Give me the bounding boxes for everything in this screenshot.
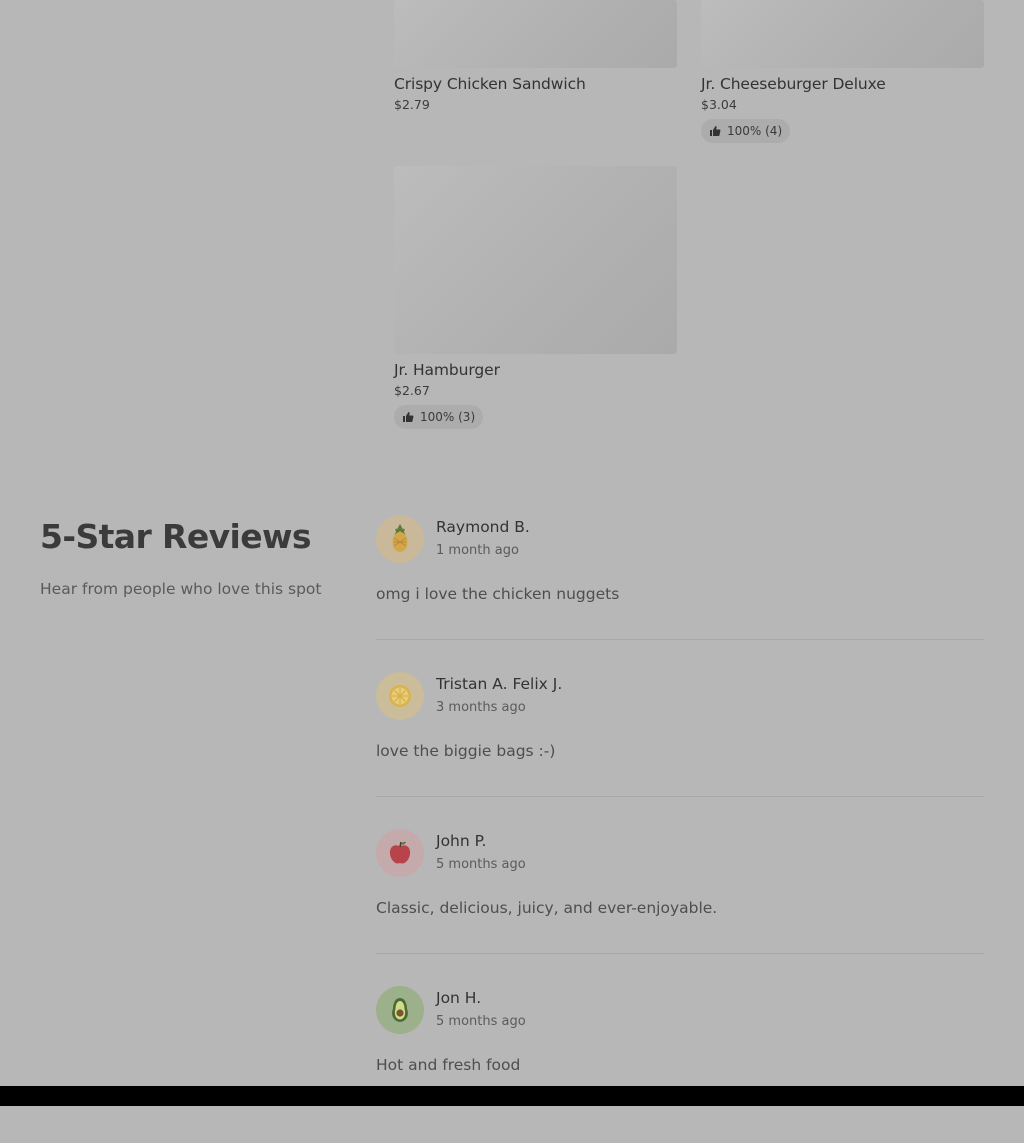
review-item: Raymond B. 1 month ago omg i love the ch… — [376, 515, 984, 672]
product-price: $3.04 — [701, 97, 737, 112]
review-text: Classic, delicious, juicy, and ever-enjo… — [376, 899, 718, 917]
avocado-icon — [392, 998, 408, 1022]
avatar — [376, 672, 424, 720]
apple-icon — [389, 841, 411, 864]
review-item: Jon H. 5 months ago Hot and fresh food — [376, 986, 984, 1143]
product-name: Jr. Cheeseburger Deluxe — [701, 75, 886, 93]
review-time: 3 months ago — [436, 700, 526, 715]
reviewer-name: Raymond B. — [436, 518, 530, 536]
product-image[interactable] — [394, 0, 677, 68]
product-name: Jr. Hamburger — [394, 361, 500, 379]
product-price: $2.67 — [394, 383, 430, 398]
review-text: omg i love the chicken nuggets — [376, 585, 620, 603]
reviews-header: 5-Star Reviews Hear from people who love… — [40, 515, 321, 599]
avatar — [376, 829, 424, 877]
pineapple-icon — [392, 524, 408, 552]
rating-text: 100% (3) — [420, 410, 476, 424]
review-time: 5 months ago — [436, 1014, 526, 1029]
thumbs-up-icon — [710, 126, 721, 136]
rating-text: 100% (4) — [727, 124, 783, 138]
product-name: Crispy Chicken Sandwich — [394, 75, 586, 93]
product-card[interactable]: Crispy Chicken Sandwich $2.79 — [394, 0, 677, 113]
review-time: 5 months ago — [436, 857, 526, 872]
avatar — [376, 986, 424, 1034]
product-image[interactable] — [394, 166, 677, 354]
rating-badge: 100% (4) — [701, 119, 791, 143]
product-image[interactable] — [701, 0, 984, 68]
review-time: 1 month ago — [436, 543, 519, 558]
product-card[interactable]: Jr. Hamburger $2.67 100% (3) — [394, 166, 677, 429]
divider — [376, 953, 984, 954]
product-price: $2.79 — [394, 97, 430, 112]
thumbs-up-icon — [403, 412, 414, 422]
reviewer-name: John P. — [436, 832, 487, 850]
review-text: love the biggie bags :-) — [376, 742, 556, 760]
lemon-icon — [389, 685, 411, 707]
product-card[interactable]: Jr. Cheeseburger Deluxe $3.04 100% (4) — [701, 0, 984, 143]
divider — [376, 796, 984, 797]
reviewer-name: Jon H. — [436, 989, 482, 1007]
review-item: Tristan A. Felix J. 3 months ago love th… — [376, 672, 984, 829]
reviews-subtitle: Hear from people who love this spot — [40, 580, 322, 598]
review-item: John P. 5 months ago Classic, delicious,… — [376, 829, 984, 986]
reviewer-name: Tristan A. Felix J. — [436, 675, 563, 693]
reviews-title: 5-Star Reviews — [40, 517, 312, 556]
bottom-bar — [0, 1086, 1024, 1106]
review-text: Hot and fresh food — [376, 1056, 521, 1074]
rating-badge: 100% (3) — [394, 405, 484, 429]
divider — [376, 639, 984, 640]
avatar — [376, 515, 424, 563]
